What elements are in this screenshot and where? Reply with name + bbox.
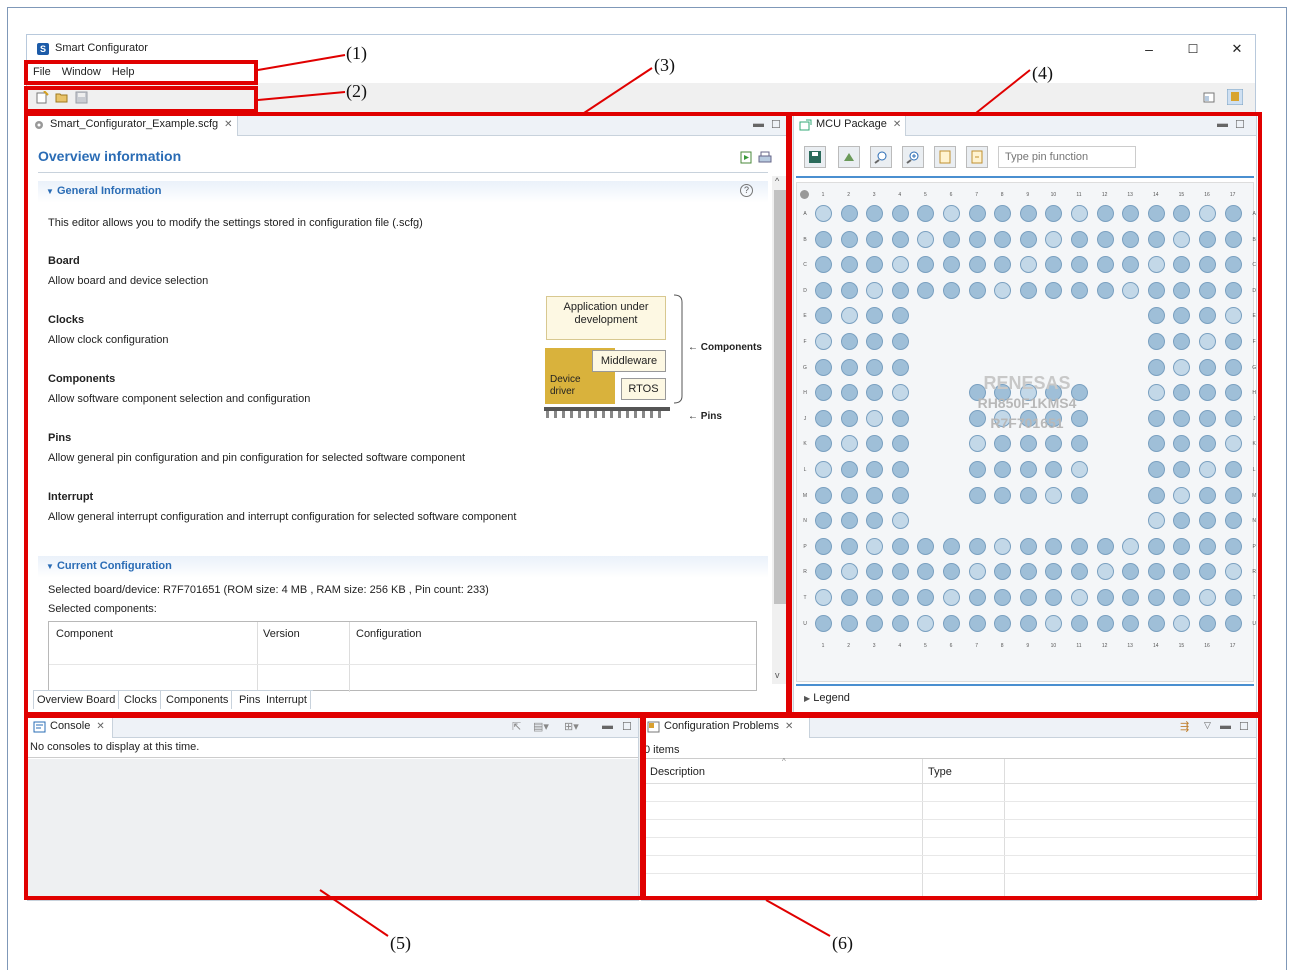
title-bar: S Smart Configurator – ☐ ✕ [27,35,1255,63]
annotation-box-3 [24,112,790,716]
open-perspective-icon[interactable] [1203,91,1217,104]
callout-3: (3) [654,55,675,75]
callout-5: (5) [390,933,411,953]
perspective-icon[interactable] [1227,89,1243,105]
callout-6: (6) [832,933,853,953]
close-button[interactable]: ✕ [1219,39,1255,59]
annotation-box-5 [24,714,644,900]
minimize-button[interactable]: – [1131,39,1167,59]
callout-2: (2) [346,81,367,101]
annotation-box-2 [24,86,258,113]
window-title: Smart Configurator [55,42,148,54]
annotation-box-1 [24,60,258,85]
callout-4: (4) [1032,63,1053,83]
callout-1: (1) [346,43,367,63]
maximize-button[interactable]: ☐ [1175,39,1211,59]
annotation-box-6 [642,714,1262,900]
app-icon: S [37,43,49,55]
annotation-box-4 [788,112,1262,716]
